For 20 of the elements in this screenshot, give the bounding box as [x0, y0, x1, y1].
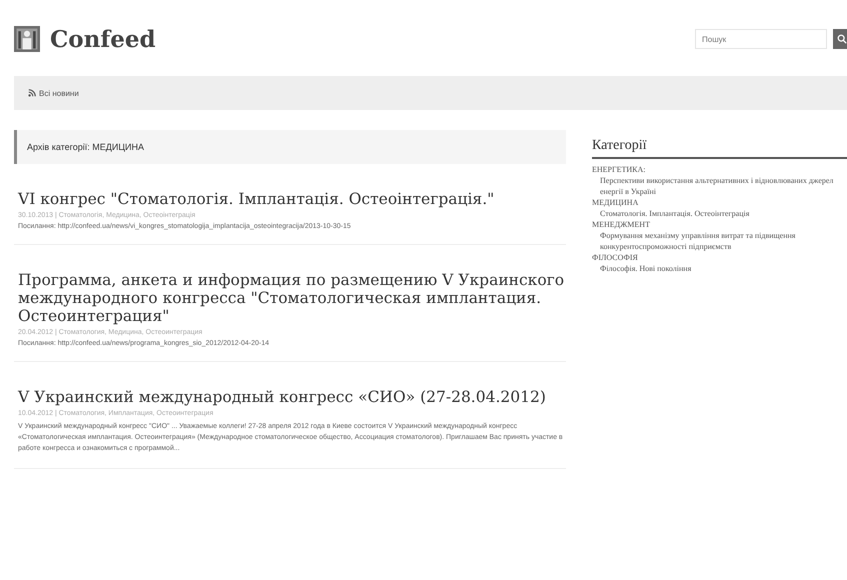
- search-icon: [837, 34, 847, 44]
- nav-link[interactable]: Всі новини: [28, 88, 79, 98]
- subcategory-link[interactable]: Формування механізму управління витрат та підвищення конкурентоспроможності підприємств: [600, 230, 847, 252]
- category-link[interactable]: ЕНЕРГЕТИКА:: [592, 164, 847, 175]
- sidebar-heading: Категорії: [592, 138, 847, 159]
- rss-icon: [28, 89, 36, 97]
- post-title[interactable]: Программа, анкета и информация по размещению V Украинского международного конгресса "Стоматологическая имплантация. Остеоинтеграция": [18, 271, 566, 325]
- category-link[interactable]: ФІЛОСОФІЯ: [592, 252, 847, 263]
- logo-icon: [14, 25, 40, 53]
- archive-title: Архів категорії: МЕДИЦИНА: [14, 130, 566, 164]
- subcategory-link[interactable]: Перспективи використання альтернативних і відновлюваних джерел енергії в Україні: [600, 175, 847, 197]
- post-title[interactable]: V Украинский международный конгресс «СИО» (27-28.04.2012): [18, 388, 566, 406]
- subcategory-link[interactable]: Стоматологія. Імплантація. Остеоінтеграція: [600, 208, 847, 219]
- subcategory-link[interactable]: Філософія. Нові покоління: [600, 263, 847, 274]
- site-title[interactable]: Confeed: [50, 26, 156, 52]
- post-title[interactable]: VI конгрес "Стоматологія. Імплантація. Остеоінтеграція.": [18, 190, 566, 208]
- category-link[interactable]: МЕДИЦИНА: [592, 197, 847, 208]
- search-button[interactable]: [833, 29, 847, 49]
- search-field[interactable]: Пошук: [695, 29, 827, 49]
- category-link[interactable]: МЕНЕДЖМЕНТ: [592, 219, 847, 230]
